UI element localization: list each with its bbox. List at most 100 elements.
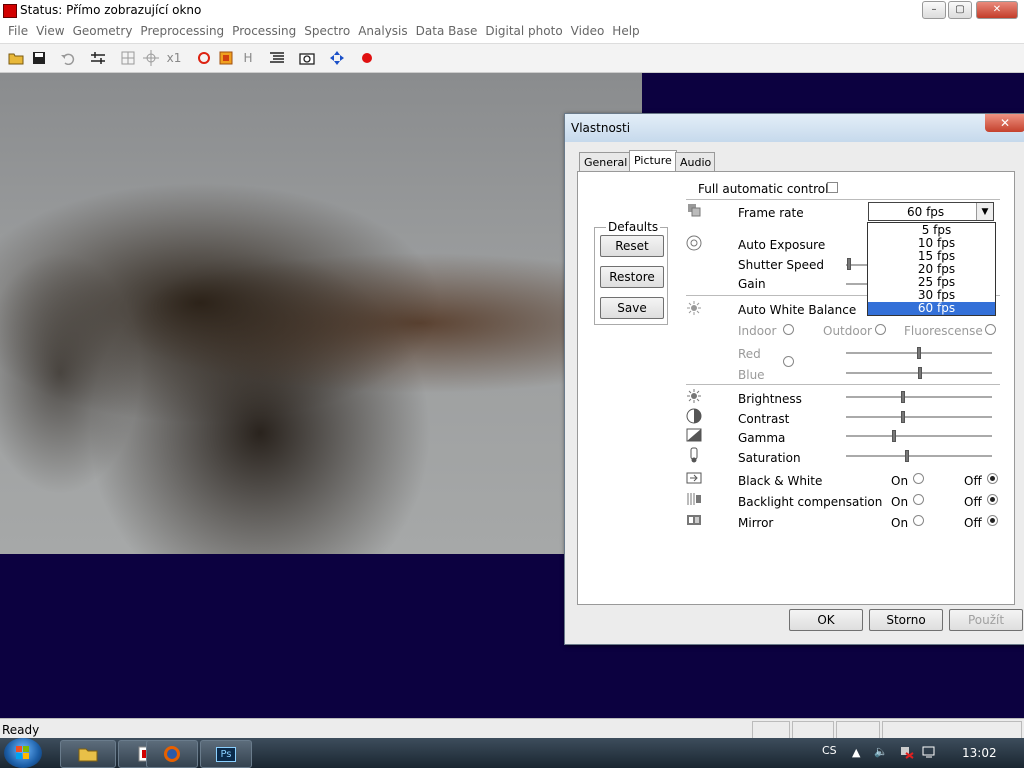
volume-icon[interactable]: 🔈 [874,745,888,758]
firefox-task-icon[interactable] [146,740,198,768]
exposure-icon [686,235,702,251]
cancel-button[interactable]: Storno [869,609,943,631]
save-icon[interactable] [28,47,50,69]
taskbar: Ps CS ▲ 🔈 13:02 [0,738,1024,768]
wb-outdoor-radio[interactable] [875,324,886,335]
mirror-on-radio[interactable] [913,515,924,526]
gamma-icon [686,427,702,443]
status-panel [792,721,834,739]
start-button[interactable] [4,738,42,768]
black-white-on-radio[interactable] [913,473,924,484]
contrast-icon [686,408,702,424]
undo-icon[interactable] [57,47,79,69]
frame-rate-option-selected[interactable]: 60 fps [868,302,995,315]
status-text: Ready [2,723,40,737]
menu-processing[interactable]: Processing [228,21,300,41]
menu-digital-photo[interactable]: Digital photo [481,21,566,41]
auto-exposure-label: Auto Exposure [738,238,826,252]
wb-manual-radio[interactable] [783,356,794,367]
mirror-on-label: On [891,516,909,530]
reset-button[interactable]: Reset [600,235,664,257]
histogram-icon[interactable]: H [237,47,259,69]
blue-slider-thumb[interactable] [918,367,923,379]
black-white-off-label: Off [964,474,982,488]
close-button[interactable]: ✕ [976,1,1018,19]
brightness-slider[interactable] [846,396,992,399]
red-slider-thumb[interactable] [917,347,921,359]
app-icon [3,4,17,18]
minimize-button[interactable]: – [922,1,946,19]
network-icon[interactable] [900,745,914,762]
wb-fluorescent-radio[interactable] [985,324,996,335]
defaults-label: Defaults [606,220,661,234]
zoom-fit-icon[interactable] [117,47,139,69]
shutter-speed-thumb[interactable] [846,258,851,270]
dialog-titlebar: Vlastnosti ✕ [565,114,1024,142]
menu-preprocessing[interactable]: Preprocessing [136,21,228,41]
gamma-slider-thumb[interactable] [892,430,897,442]
list-icon[interactable] [266,47,288,69]
x1-zoom-icon[interactable]: x1 [163,47,185,69]
frame-icon[interactable] [215,47,237,69]
ok-button[interactable]: OK [789,609,863,631]
saturation-slider[interactable] [846,455,992,458]
blue-label: Blue [738,368,765,382]
window-title: Status: Přímo zobrazující okno [20,3,202,17]
contrast-label: Contrast [738,412,790,426]
gamma-slider[interactable] [846,435,992,438]
divider [686,384,1000,385]
backlight-off-radio[interactable] [987,494,998,505]
contrast-slider-thumb[interactable] [900,411,905,423]
dialog-close-button[interactable]: ✕ [985,114,1024,132]
apply-button[interactable]: Použít [949,609,1023,631]
action-center-icon[interactable] [922,745,936,762]
white-balance-icon [686,300,702,316]
wb-fluorescent-label: Fluorescense [904,324,983,338]
language-indicator[interactable]: CS [822,744,837,757]
record-icon[interactable] [356,47,378,69]
wb-indoor-radio[interactable] [783,324,794,335]
photoshop-task-icon[interactable]: Ps [200,740,252,768]
open-folder-icon[interactable] [5,47,27,69]
save-defaults-button[interactable]: Save [600,297,664,319]
restore-button[interactable]: Restore [600,266,664,288]
menu-view[interactable]: View [32,21,68,41]
main-titlebar: Status: Přímo zobrazující okno – ▢ ✕ [0,0,1024,20]
backlight-icon [686,491,702,507]
divider [686,199,1000,200]
menu-geometry[interactable]: Geometry [69,21,137,41]
maximize-button[interactable]: ▢ [948,1,972,19]
move-icon[interactable] [326,47,348,69]
menu-spectro[interactable]: Spectro [300,21,354,41]
camera-icon[interactable] [296,47,318,69]
menu-file[interactable]: File [4,21,32,41]
mirror-label: Mirror [738,516,774,530]
menu-video[interactable]: Video [567,21,609,41]
tray-expand-icon[interactable]: ▲ [852,746,860,759]
chevron-down-icon[interactable]: ▼ [976,203,993,220]
full-auto-checkbox[interactable] [827,182,838,193]
status-panel [882,721,1022,739]
frame-rate-value: 60 fps [907,205,945,219]
backlight-on-radio[interactable] [913,494,924,505]
refresh-icon[interactable] [193,47,215,69]
mirror-icon [686,512,702,528]
red-label: Red [738,347,761,361]
explorer-task-icon[interactable] [60,740,116,768]
black-white-off-radio[interactable] [987,473,998,484]
clock[interactable]: 13:02 [962,746,997,760]
menu-analysis[interactable]: Analysis [354,21,411,41]
frame-rate-select[interactable]: 60 fps ▼ [868,202,994,221]
menu-help[interactable]: Help [608,21,643,41]
contrast-slider[interactable] [846,416,992,419]
menu-data-base[interactable]: Data Base [412,21,482,41]
wb-outdoor-label: Outdoor [823,324,872,338]
crosshair-icon[interactable] [140,47,162,69]
mirror-off-radio[interactable] [987,515,998,526]
brightness-slider-thumb[interactable] [900,391,905,403]
status-panel [836,721,880,739]
black-white-label: Black & White [738,474,823,488]
adjust-icon[interactable] [87,47,109,69]
menu-bar: File View Geometry Preprocessing Processing S… [0,21,1024,44]
saturation-slider-thumb[interactable] [905,450,910,462]
